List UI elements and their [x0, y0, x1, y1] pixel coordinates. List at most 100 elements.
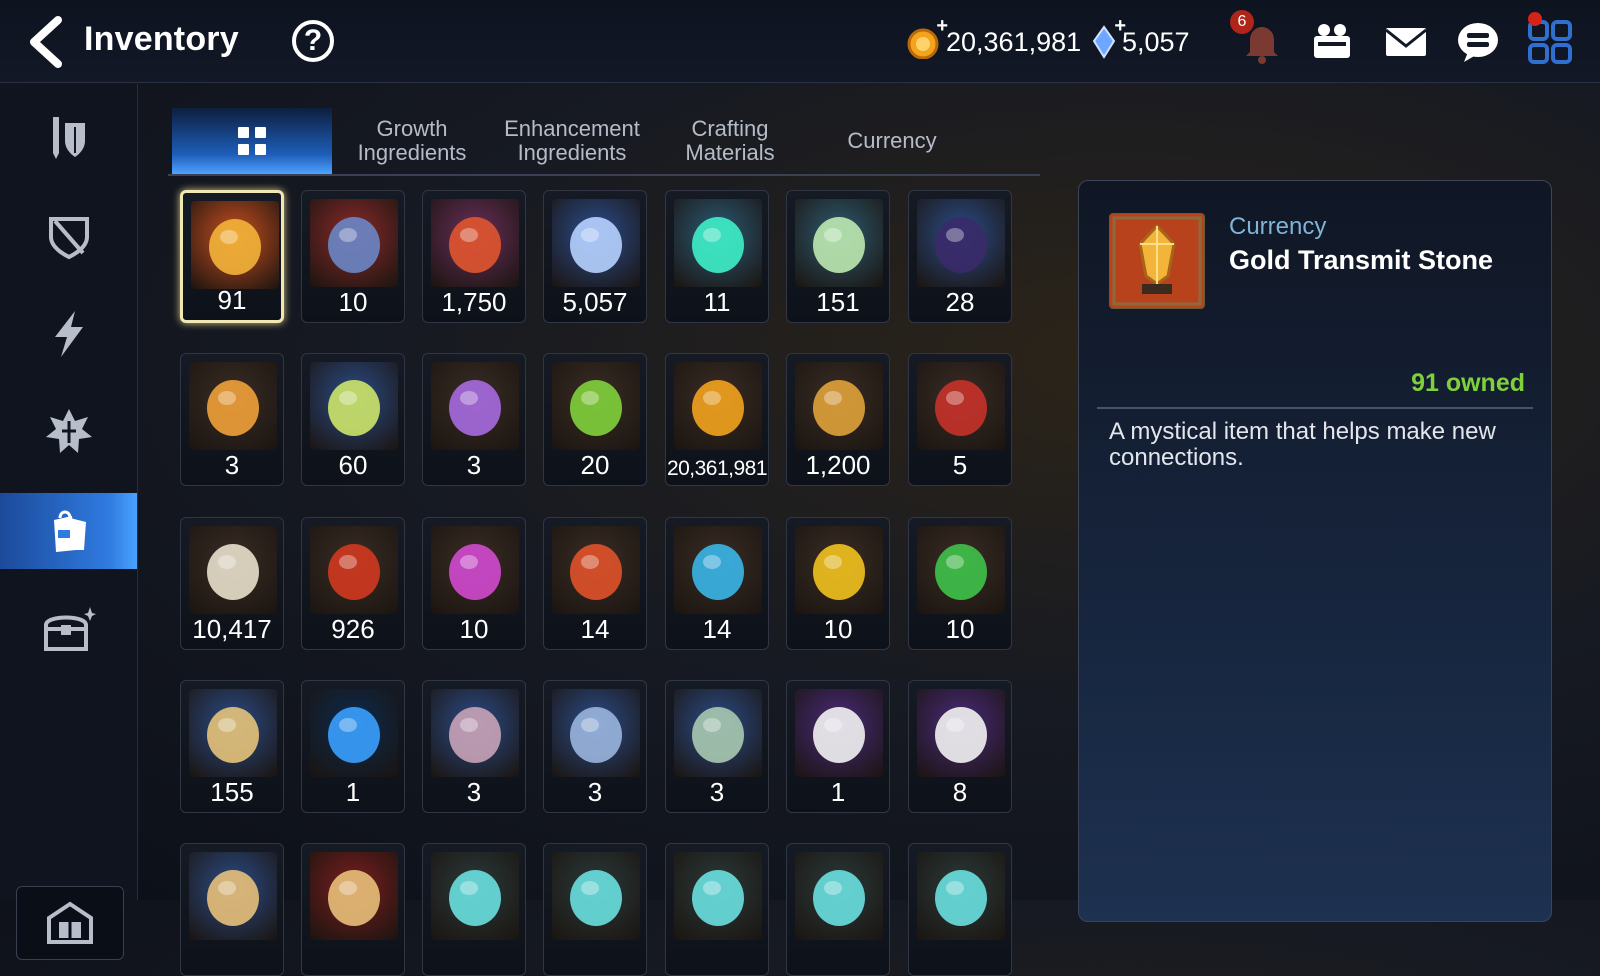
inventory-item-blue-crystal[interactable]: 5,057: [543, 190, 647, 323]
inventory-item-green-heart[interactable]: 20: [543, 353, 647, 486]
inventory-item-pet-food-bag[interactable]: 8: [908, 680, 1012, 813]
partial-item-icon: [189, 852, 277, 940]
purple-badge-icon: [431, 362, 519, 450]
crystal-currency[interactable]: + 5,057: [1092, 15, 1190, 64]
inventory-item-partial-item[interactable]: [301, 843, 405, 976]
grid-icon: [238, 127, 266, 155]
friends-icon[interactable]: [1308, 18, 1356, 66]
inventory-item-partial-item[interactable]: [665, 843, 769, 976]
gold-currency[interactable]: + 20,361,981: [906, 15, 1082, 64]
yellow-rune-icon: [795, 526, 883, 614]
pet-card-icon: [917, 199, 1005, 287]
tab-currency[interactable]: Currency: [812, 108, 972, 174]
item-quantity: 151: [816, 287, 860, 317]
inventory-item-pet-food-bag[interactable]: 1: [786, 680, 890, 813]
back-button[interactable]: [22, 14, 72, 70]
teal-crystal-icon: [674, 199, 762, 287]
fist-emblem-icon: [795, 362, 883, 450]
item-quantity: 3: [224, 450, 240, 480]
item-quantity: 3: [709, 777, 725, 807]
item-quantity: 14: [702, 614, 732, 644]
pet-food-bag-icon: [917, 689, 1005, 777]
blue-sigil-icon: [310, 689, 398, 777]
inventory-item-red-gem-box[interactable]: 3: [422, 680, 526, 813]
item-detail-panel: Currency Gold Transmit Stone 91 owned A …: [1078, 180, 1552, 922]
sidebar-item-inventory[interactable]: [0, 493, 137, 569]
inventory-item-red-rune[interactable]: 14: [543, 517, 647, 650]
sidebar-item-storage-chest[interactable]: [0, 592, 137, 668]
inventory-item-partial-item[interactable]: [786, 843, 890, 976]
gold-amount: 20,361,981: [946, 26, 1082, 57]
inventory-item-green-gem-box[interactable]: 3: [665, 680, 769, 813]
gold-transmit-stone-icon: [191, 201, 279, 289]
inventory-item-red-banner[interactable]: 5: [908, 353, 1012, 486]
inventory-item-pink-rune[interactable]: 10: [422, 517, 526, 650]
sidebar-item-equipment[interactable]: [0, 198, 137, 274]
artifact-icon: [45, 409, 92, 453]
inventory-item-fist-emblem[interactable]: 1,200: [786, 353, 890, 486]
item-quantity: 155: [210, 777, 254, 807]
item-quantity: 10: [823, 614, 853, 644]
item-quantity: 20: [580, 450, 610, 480]
partial-item-icon: [917, 852, 1005, 940]
blue-rune-icon: [674, 526, 762, 614]
inventory-item-pet-card[interactable]: 28: [908, 190, 1012, 323]
item-quantity: 1: [830, 777, 846, 807]
inventory-item-partial-item[interactable]: [422, 843, 526, 976]
inventory-item-blue-rune[interactable]: 14: [665, 517, 769, 650]
green-gem-box-icon: [674, 689, 762, 777]
inventory-item-leaf[interactable]: 151: [786, 190, 890, 323]
inventory-item-partial-item[interactable]: [543, 843, 647, 976]
help-button[interactable]: ?: [292, 20, 334, 62]
inventory-item-knight-piece[interactable]: 10,417: [180, 517, 284, 650]
inventory-item-star-charm[interactable]: 3: [180, 353, 284, 486]
leaf-icon: [795, 199, 883, 287]
hero-equipment-icon: [52, 117, 85, 159]
ginseng-icon: [189, 689, 277, 777]
blue-gem-box-icon: [552, 689, 640, 777]
inventory-item-teal-crystal[interactable]: 11: [665, 190, 769, 323]
inventory-item-blue-gem-box[interactable]: 3: [543, 680, 647, 813]
item-quantity: 1,200: [805, 450, 871, 480]
tabs-divider: [168, 174, 1040, 176]
item-quantity: 10: [945, 614, 975, 644]
item-quantity: 20,361,981: [666, 457, 768, 480]
inventory-item-dark-ring[interactable]: 10: [301, 190, 405, 323]
item-quantity: 10,417: [192, 614, 272, 644]
partial-item-icon: [431, 852, 519, 940]
tab-crafting-materials[interactable]: Crafting Materials: [660, 108, 800, 174]
tab-growth-ingredients[interactable]: Growth Ingredients: [342, 108, 482, 174]
inventory-item-gold-coin[interactable]: 20,361,981: [665, 353, 769, 486]
inventory-item-gold-transmit-stone[interactable]: 91: [180, 190, 284, 323]
inventory-item-purple-badge[interactable]: 3: [422, 353, 526, 486]
green-heart-icon: [552, 362, 640, 450]
detail-divider: [1097, 407, 1533, 409]
inventory-item-partial-item[interactable]: [908, 843, 1012, 976]
mail-icon[interactable]: [1382, 18, 1430, 66]
sidebar-item-catalysts[interactable]: [0, 296, 137, 372]
red-rune-icon: [552, 526, 640, 614]
red-leaf-icon: [310, 526, 398, 614]
notification-badge: 6: [1230, 10, 1254, 34]
inventory-item-card[interactable]: 60: [301, 353, 405, 486]
lightning-icon: [54, 311, 83, 357]
knight-piece-icon: [189, 526, 277, 614]
inventory-item-partial-item[interactable]: [180, 843, 284, 976]
sidebar-item-hero-equipment[interactable]: [0, 100, 137, 176]
item-quantity: 5: [952, 450, 968, 480]
item-quantity: 14: [580, 614, 610, 644]
tab-all[interactable]: [172, 108, 332, 174]
inventory-item-yellow-rune[interactable]: 10: [786, 517, 890, 650]
item-quantity: 3: [466, 777, 482, 807]
inventory-item-red-ring[interactable]: 1,750: [422, 190, 526, 323]
storage-button[interactable]: [16, 886, 124, 960]
inventory-item-green-rune[interactable]: 10: [908, 517, 1012, 650]
inventory-item-blue-sigil[interactable]: 1: [301, 680, 405, 813]
inventory-item-red-leaf[interactable]: 926: [301, 517, 405, 650]
sidebar-item-artifacts[interactable]: [0, 394, 137, 470]
tab-enhancement-ingredients[interactable]: Enhancement Ingredients: [492, 108, 652, 174]
chat-icon[interactable]: [1454, 18, 1502, 66]
inventory-item-ginseng[interactable]: 155: [180, 680, 284, 813]
red-ring-icon: [431, 199, 519, 287]
owned-count: 91 owned: [1411, 369, 1525, 397]
